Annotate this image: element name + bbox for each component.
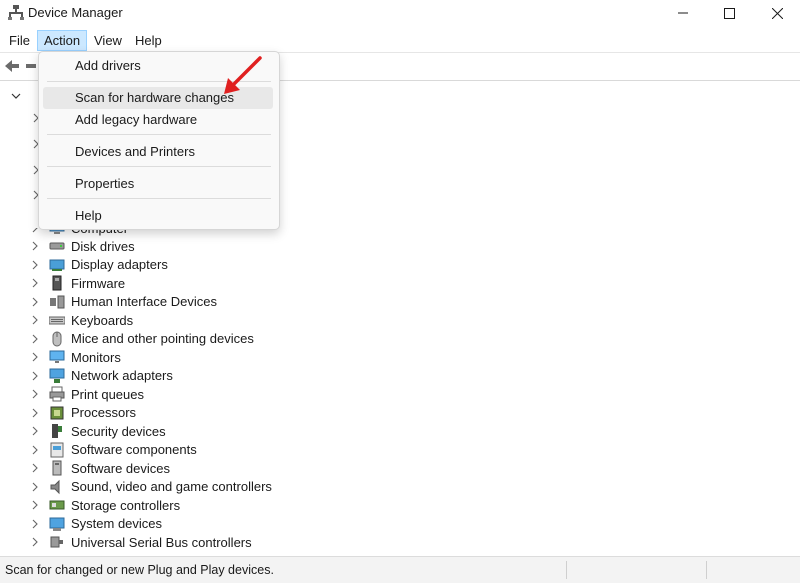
chevron-right-icon[interactable] <box>30 334 40 344</box>
tree-item-label: Software components <box>71 442 197 457</box>
tree-item-printer[interactable]: Print queues <box>30 385 144 403</box>
window-title: Device Manager <box>28 5 123 20</box>
maximize-button[interactable] <box>706 0 752 26</box>
tree-item-label: Display adapters <box>71 257 168 272</box>
tree-item-mouse[interactable]: Mice and other pointing devices <box>30 330 254 348</box>
tree-item-system-devices[interactable]: System devices <box>30 515 162 533</box>
tree-item-display-adapter[interactable]: Display adapters <box>30 256 168 274</box>
minimize-icon <box>678 12 688 14</box>
back-arrow-icon[interactable] <box>3 57 21 75</box>
chevron-right-icon[interactable] <box>30 260 40 270</box>
storage-controller-icon <box>49 500 65 510</box>
tree-item-processor[interactable]: Processors <box>30 404 136 422</box>
tree-item-security-device[interactable]: Security devices <box>30 422 166 440</box>
tree-item-label: Disk drives <box>71 238 135 254</box>
maximize-icon <box>723 7 735 19</box>
tree-item-sound[interactable]: Sound, video and game controllers <box>30 478 272 496</box>
tree-item-label: Mice and other pointing devices <box>71 331 254 346</box>
processor-icon <box>50 406 64 419</box>
tree-item-network-adapter[interactable]: Network adapters <box>30 367 173 385</box>
firmware-icon <box>52 275 62 291</box>
tree-item-usb[interactable]: Universal Serial Bus controllers <box>30 533 252 551</box>
tree-item-label: Human Interface Devices <box>71 294 217 309</box>
mouse-icon <box>52 331 62 346</box>
tree-item-hid[interactable]: Human Interface Devices <box>30 293 217 311</box>
chevron-right-icon[interactable] <box>30 241 40 251</box>
menu-bar: File Action View Help <box>0 30 800 52</box>
minimize-button[interactable] <box>660 0 706 26</box>
menu-separator <box>47 134 271 135</box>
chevron-right-icon[interactable] <box>30 482 40 492</box>
status-bar: Scan for changed or new Plug and Play de… <box>0 556 800 583</box>
tree-item-label: Keyboards <box>71 312 134 328</box>
network-adapter-icon <box>49 368 65 383</box>
monitor-icon <box>49 350 65 363</box>
tree-item-label: Monitors <box>71 349 121 365</box>
tree-item-label: Security devices <box>71 423 166 439</box>
menu-item-add-legacy-hardware[interactable]: Add legacy hardware <box>43 109 273 131</box>
menu-item-devices-printers[interactable]: Devices and Printers <box>43 141 273 163</box>
software-component-icon <box>50 442 64 457</box>
tree-item-label: Universal Serial Bus controllers <box>71 534 252 550</box>
system-devices-icon <box>49 517 65 531</box>
chevron-right-icon[interactable] <box>30 445 40 455</box>
tree-item-label: Storage controllers <box>71 497 181 513</box>
hid-icon <box>50 295 65 308</box>
sound-icon <box>50 479 60 494</box>
chevron-right-icon[interactable] <box>30 500 40 510</box>
chevron-right-icon[interactable] <box>30 297 40 307</box>
chevron-right-icon[interactable] <box>30 315 40 325</box>
title-bar: Device Manager <box>0 0 800 26</box>
tree-item-software-device[interactable]: Software devices <box>30 459 170 477</box>
chevron-right-icon[interactable] <box>30 352 40 362</box>
device-manager-app-icon <box>8 5 24 20</box>
chevron-right-icon[interactable] <box>30 537 40 547</box>
tree-item-monitor[interactable]: Monitors <box>30 348 121 366</box>
chevron-right-icon[interactable] <box>30 389 40 399</box>
status-text: Scan for changed or new Plug and Play de… <box>5 563 274 577</box>
tree-item-label: Sound, video and game controllers <box>71 479 272 494</box>
tree-item-storage-controller[interactable]: Storage controllers <box>30 496 180 514</box>
annotation-arrow-icon <box>224 56 262 94</box>
tree-item-label: Print queues <box>71 386 144 402</box>
tree-item-disk-drive[interactable]: Disk drives <box>30 237 135 255</box>
chevron-right-icon[interactable] <box>30 519 40 529</box>
chevron-right-icon[interactable] <box>30 408 40 418</box>
status-divider <box>566 561 567 579</box>
printer-icon <box>49 386 65 402</box>
menu-file[interactable]: File <box>3 30 36 51</box>
disk-drive-icon <box>49 242 65 250</box>
chevron-right-icon[interactable] <box>30 463 40 473</box>
keyboard-icon <box>49 316 65 325</box>
menu-view[interactable]: View <box>88 30 128 51</box>
tree-item-label: Firmware <box>71 275 126 291</box>
menu-separator <box>47 166 271 167</box>
close-button[interactable] <box>754 0 800 26</box>
chevron-right-icon[interactable] <box>30 371 40 381</box>
tree-item-label: System devices <box>71 516 163 531</box>
chevron-down-icon[interactable] <box>10 90 22 102</box>
menu-item-help[interactable]: Help <box>43 205 273 227</box>
display-adapter-icon <box>49 259 65 271</box>
usb-icon <box>50 536 63 548</box>
tree-item-label: Network adapters <box>71 368 173 383</box>
tree-item-label: Software devices <box>71 460 170 476</box>
menu-action[interactable]: Action <box>37 30 88 51</box>
close-icon <box>771 7 783 19</box>
status-divider <box>706 561 707 579</box>
tree-item-software-component[interactable]: Software components <box>30 441 197 459</box>
security-device-icon <box>52 424 62 438</box>
menu-separator <box>47 198 271 199</box>
tree-item-label: Processors <box>71 405 137 420</box>
chevron-right-icon[interactable] <box>30 278 40 288</box>
tree-item-firmware[interactable]: Firmware <box>30 274 125 292</box>
software-device-icon <box>52 460 62 476</box>
menu-help[interactable]: Help <box>129 30 168 51</box>
tree-item-keyboard[interactable]: Keyboards <box>30 311 133 329</box>
menu-item-properties[interactable]: Properties <box>43 173 273 195</box>
chevron-right-icon[interactable] <box>30 426 40 436</box>
